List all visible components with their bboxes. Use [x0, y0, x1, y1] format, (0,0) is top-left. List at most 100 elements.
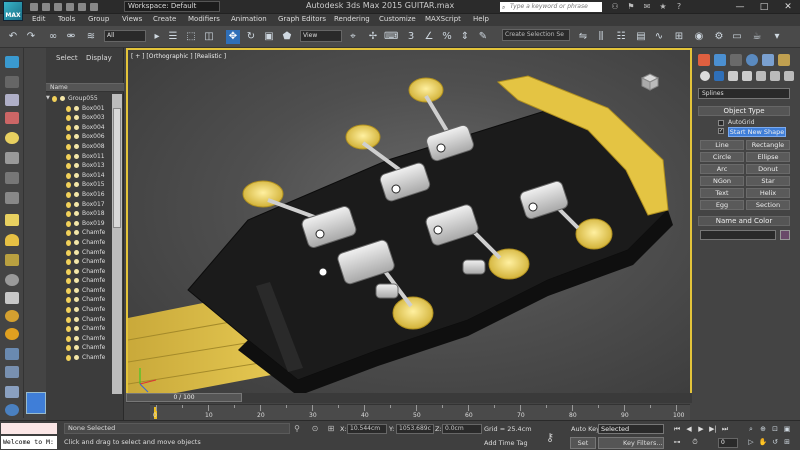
visibility-bulb-icon[interactable]: [66, 335, 71, 342]
light-bulb-icon[interactable]: [5, 132, 19, 144]
key-icon[interactable]: ⚷: [546, 431, 554, 444]
communication-icon[interactable]: ✉: [642, 2, 652, 12]
add-time-tag[interactable]: Add Time Tag: [484, 439, 528, 447]
visibility-bulb-icon[interactable]: [66, 163, 71, 170]
cone-icon[interactable]: [5, 292, 19, 304]
scene-object-row[interactable]: Box011: [46, 152, 114, 162]
maximize-button[interactable]: □: [752, 0, 776, 14]
menu-graph-editors[interactable]: Graph Editors: [278, 15, 326, 23]
scene-object-row[interactable]: Chamfe: [46, 248, 114, 258]
menu-modifiers[interactable]: Modifiers: [188, 15, 220, 23]
visibility-bulb-icon[interactable]: [66, 316, 71, 323]
visibility-bulb-icon[interactable]: [66, 345, 71, 352]
select-by-name-icon[interactable]: ☰: [166, 30, 180, 44]
modify-tab-icon[interactable]: [714, 54, 726, 66]
y-coord-field[interactable]: 1053.689c: [396, 424, 434, 434]
spinner-snap-icon[interactable]: ⇕: [458, 30, 472, 44]
menu-edit[interactable]: Edit: [32, 15, 46, 23]
scene-object-row[interactable]: Chamfe: [46, 324, 114, 334]
undo-icon[interactable]: ↶: [6, 30, 20, 44]
scene-object-row[interactable]: Chamfe: [46, 276, 114, 286]
zoom-extents-icon[interactable]: ⊡: [770, 425, 780, 434]
geometry-cylinder-icon[interactable]: [5, 254, 19, 266]
visibility-bulb-icon[interactable]: [66, 191, 71, 198]
scene-object-row[interactable]: Box019: [46, 219, 114, 229]
spacewarp-filter-icon[interactable]: [5, 192, 19, 204]
column-header-name[interactable]: Name: [46, 83, 124, 92]
explorer-scrollbar[interactable]: [112, 94, 122, 394]
edit-named-selection-icon[interactable]: ✎: [476, 30, 490, 44]
visibility-bulb-icon[interactable]: [66, 307, 71, 314]
line-button[interactable]: Line: [700, 140, 744, 150]
menu-create[interactable]: Create: [153, 15, 176, 23]
helix-button[interactable]: Helix: [746, 188, 790, 198]
schematic-view-icon[interactable]: ⊞: [672, 30, 686, 44]
help-icon[interactable]: ?: [674, 2, 684, 12]
scene-object-row[interactable]: Chamfe: [46, 315, 114, 325]
save-file-icon[interactable]: [54, 3, 62, 11]
autogrid-checkbox[interactable]: [718, 120, 724, 126]
scene-object-row[interactable]: Chamfe: [46, 295, 114, 305]
lights-category-icon[interactable]: [728, 71, 738, 81]
rectangle-button[interactable]: Rectangle: [746, 140, 790, 150]
object-type-rollout[interactable]: Object Type: [698, 106, 790, 116]
pivot-center-icon[interactable]: ⌖: [346, 30, 360, 44]
new-file-icon[interactable]: [30, 3, 38, 11]
angle-snap-icon[interactable]: ∠: [422, 30, 436, 44]
render-iterative-icon[interactable]: ▾: [770, 30, 784, 44]
app-logo-icon[interactable]: MAX: [3, 1, 23, 21]
align-icon[interactable]: ⫼: [594, 30, 608, 44]
menu-group[interactable]: Group: [88, 15, 109, 23]
menu-animation[interactable]: Animation: [231, 15, 267, 23]
start-new-shape-button[interactable]: Start New Shape: [728, 127, 786, 137]
scene-object-row[interactable]: Box006: [46, 132, 114, 142]
tab-select[interactable]: Select: [56, 54, 78, 62]
visibility-bulb-icon[interactable]: [66, 172, 71, 179]
next-frame-icon[interactable]: ▶|: [708, 425, 718, 434]
visibility-bulb-icon[interactable]: [66, 278, 71, 285]
scene-object-row[interactable]: Box013: [46, 161, 114, 171]
scene-object-row[interactable]: Box014: [46, 171, 114, 181]
current-frame-field[interactable]: 0: [718, 438, 738, 448]
section-button[interactable]: Section: [746, 200, 790, 210]
scene-object-row[interactable]: Chamfe: [46, 305, 114, 315]
window-crossing-icon[interactable]: ◫: [202, 30, 216, 44]
scene-object-row[interactable]: Box015: [46, 180, 114, 190]
zoom-all-icon[interactable]: ⊕: [758, 425, 768, 434]
display-tab-icon[interactable]: [762, 54, 774, 66]
bind-space-warp-icon[interactable]: ≋: [84, 30, 98, 44]
x-coord-field[interactable]: 10.544cm: [347, 424, 387, 434]
expand-toggle-icon[interactable]: ▼: [46, 94, 50, 104]
display-icon[interactable]: [5, 94, 19, 106]
z-coord-field[interactable]: 0.0cm: [442, 424, 482, 434]
previous-frame-icon[interactable]: ◀: [684, 425, 694, 434]
helpers-category-icon[interactable]: [756, 71, 766, 81]
visibility-bulb-icon[interactable]: [66, 297, 71, 304]
menu-customize[interactable]: Customize: [379, 15, 416, 23]
layer-manager-icon[interactable]: ☷: [614, 30, 628, 44]
ellipse-button[interactable]: Ellipse: [746, 152, 790, 162]
scene-object-row[interactable]: ▼ Group055: [46, 94, 114, 104]
bone-icon[interactable]: [5, 386, 19, 398]
cameras-category-icon[interactable]: [742, 71, 752, 81]
graphite-toggle-icon[interactable]: ▤: [634, 30, 648, 44]
link-icon[interactable]: ∞: [46, 30, 60, 44]
zoom-extents-all-icon[interactable]: ▣: [782, 425, 792, 434]
scene-object-row[interactable]: Box016: [46, 190, 114, 200]
visibility-bulb-icon[interactable]: [66, 220, 71, 227]
sphere-icon[interactable]: [5, 310, 19, 322]
scene-object-row[interactable]: Chamfe: [46, 286, 114, 296]
scene-object-row[interactable]: Box001: [46, 104, 114, 114]
menu-help[interactable]: Help: [473, 15, 489, 23]
keyboard-shortcut-icon[interactable]: ⌨: [384, 30, 398, 44]
zoom-icon[interactable]: ⌕: [746, 425, 756, 434]
menu-views[interactable]: Views: [122, 15, 142, 23]
visibility-bulb-icon[interactable]: [66, 230, 71, 237]
scene-object-row[interactable]: Chamfe: [46, 228, 114, 238]
redo-icon[interactable]: ↷: [24, 30, 38, 44]
visibility-bulb-icon[interactable]: [66, 259, 71, 266]
visibility-bulb-icon[interactable]: [66, 355, 71, 362]
favorites-icon[interactable]: ★: [658, 2, 668, 12]
selection-filter-select[interactable]: All: [104, 30, 146, 42]
visibility-bulb-icon[interactable]: [66, 115, 71, 122]
